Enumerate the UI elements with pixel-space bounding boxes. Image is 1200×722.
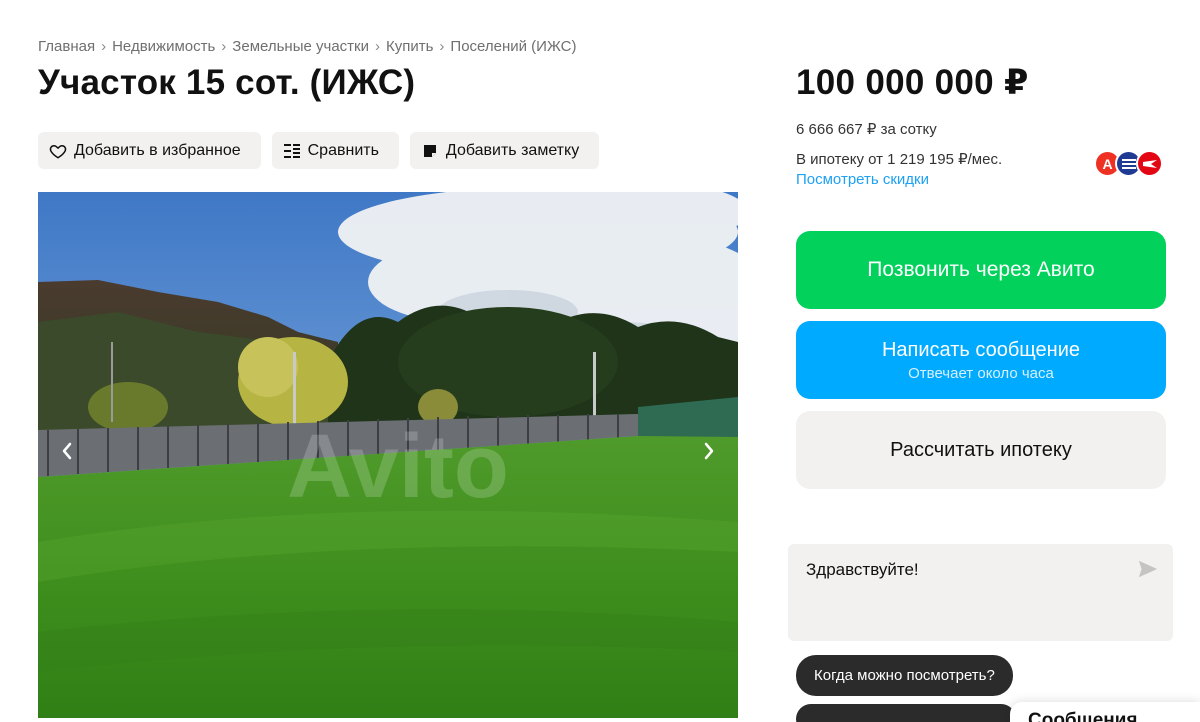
compare-button[interactable]: Сравнить (271, 132, 399, 169)
compare-label: Сравнить (307, 141, 379, 159)
calculate-mortgage-button[interactable]: Рассчитать ипотеку (796, 411, 1166, 489)
send-icon[interactable] (1137, 558, 1159, 580)
listing-photo[interactable]: Avito (38, 192, 738, 718)
quick-reply-chip[interactable] (796, 704, 1016, 722)
breadcrumb-item-realty[interactable]: Недвижимость (112, 38, 215, 55)
breadcrumb-separator: › (221, 38, 227, 55)
add-to-favorites-label: Добавить в избранное (74, 141, 241, 159)
response-time-label: Отвечает около часа (908, 364, 1054, 382)
add-to-favorites-button[interactable]: Добавить в избранное (38, 132, 261, 169)
write-message-button[interactable]: Написать сообщение Отвечает около часа (796, 321, 1166, 399)
heart-icon (48, 141, 68, 161)
listing-actions: Добавить в избранное Сравнить Добавить з… (38, 132, 600, 169)
photo-prev-button[interactable] (52, 436, 82, 466)
bank-stripes-icon (1121, 158, 1136, 169)
breadcrumb-separator: › (439, 38, 445, 55)
bank-logos[interactable]: А (1094, 150, 1163, 177)
add-note-label: Добавить заметку (445, 141, 580, 159)
quick-reply-when-view[interactable]: Когда можно посмотреть? (796, 655, 1013, 696)
alfa-bank-letter: А (1102, 155, 1113, 172)
message-button-label: Написать сообщение (881, 338, 1080, 361)
breadcrumb-item-land[interactable]: Земельные участки (232, 38, 369, 55)
breadcrumb-separator: › (101, 38, 107, 55)
compare-icon (282, 141, 302, 161)
chevron-left-icon (62, 442, 72, 460)
message-input-text: Здравствуйте! (806, 560, 919, 579)
breadcrumb-item-home[interactable]: Главная (38, 38, 95, 55)
mortgage-info: В ипотеку от 1 219 195 ₽/мес. (796, 151, 1003, 168)
breadcrumb: Главная › Недвижимость › Земельные участки › К… (38, 38, 576, 55)
add-note-button[interactable]: Добавить заметку (409, 132, 600, 169)
page-title: Участок 15 сот. (ИЖС) (38, 63, 416, 102)
view-discounts-link[interactable]: Посмотреть скидки (796, 171, 929, 188)
message-input[interactable]: Здравствуйте! (788, 544, 1173, 641)
chevron-right-icon (704, 442, 714, 460)
breadcrumb-separator: › (374, 38, 380, 55)
call-button-label: Позвонить через Авито (867, 258, 1095, 281)
bank-logo (1136, 150, 1163, 177)
price: 100 000 000 ₽ (796, 63, 1029, 102)
bank-wing-icon (1142, 159, 1157, 168)
note-icon (420, 141, 440, 161)
photo-next-button[interactable] (694, 436, 724, 466)
messages-tab[interactable]: Сообщения (1010, 702, 1200, 722)
breadcrumb-item-buy[interactable]: Купить (386, 38, 433, 55)
mortgage-button-label: Рассчитать ипотеку (890, 438, 1072, 461)
breadcrumb-item-settlements[interactable]: Поселений (ИЖС) (450, 38, 576, 55)
watermark-text: Avito (287, 417, 509, 517)
price-per-sotka: 6 666 667 ₽ за сотку (796, 121, 937, 138)
land-plot-photo: Avito (38, 192, 738, 718)
call-via-avito-button[interactable]: Позвонить через Авито (796, 231, 1166, 309)
